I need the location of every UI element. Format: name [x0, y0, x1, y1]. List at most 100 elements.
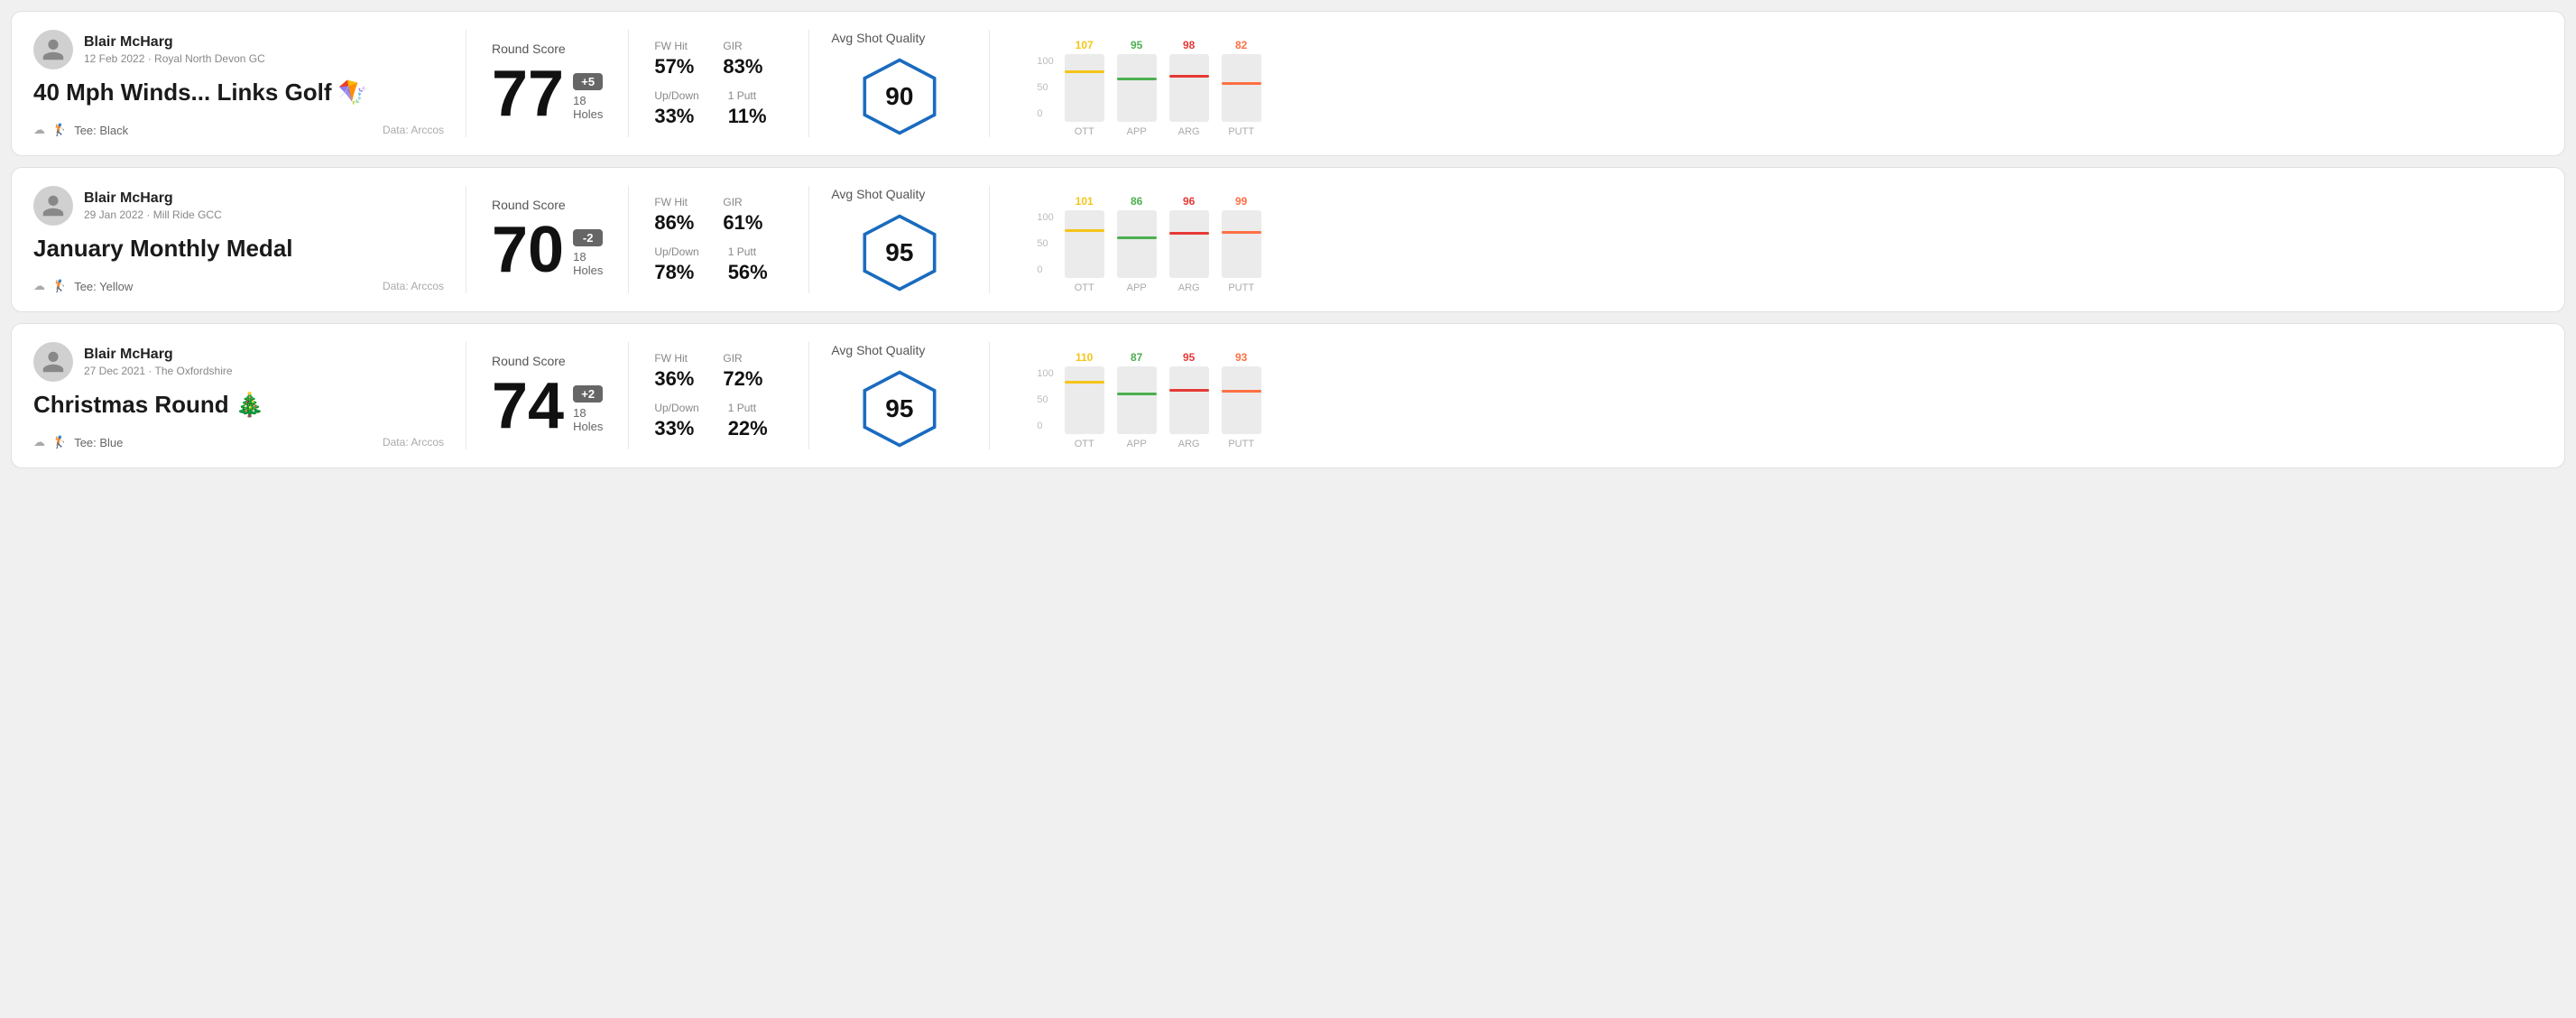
card-left-section: Blair McHarg27 Dec 2021 · The Oxfordshir…: [33, 342, 466, 449]
stat-gir-label: GIR: [723, 352, 762, 365]
bar-background: [1065, 366, 1104, 434]
card-left-section: Blair McHarg12 Feb 2022 · Royal North De…: [33, 30, 466, 137]
quality-section: Avg Shot Quality 95: [809, 186, 990, 293]
score-badge-info: +518 Holes: [573, 73, 603, 126]
stat-up-down-value: 33%: [654, 417, 698, 440]
stat-gir: GIR83%: [723, 40, 762, 79]
data-source: Data: Arccos: [383, 124, 444, 136]
player-header: Blair McHarg29 Jan 2022 · Mill Ride GCC: [33, 186, 444, 226]
chart-bar-column: 95ARG: [1164, 351, 1214, 449]
tee-label: Tee: Yellow: [74, 280, 133, 293]
bar-value-label: 99: [1235, 195, 1247, 208]
score-row: 70-218 Holes: [492, 217, 603, 282]
bar-fill-line: [1065, 229, 1104, 232]
bar-x-label: OTT: [1075, 282, 1094, 293]
stat-one-putt-label: 1 Putt: [728, 245, 768, 258]
weather-icon: ☁: [33, 279, 45, 293]
player-meta: 29 Jan 2022 · Mill Ride GCC: [84, 208, 222, 221]
stat-one-putt-value: 22%: [728, 417, 768, 440]
stat-fw-hit: FW Hit36%: [654, 352, 694, 391]
tee-label: Tee: Blue: [74, 436, 123, 449]
tee-info: ☁🏌Tee: Blue: [33, 435, 123, 449]
score-badge: -2: [573, 229, 603, 246]
chart-bar-column: 86APP: [1112, 195, 1162, 293]
bar-chart: 100500107OTT95APP98ARG82PUTT: [1011, 38, 2525, 137]
player-header: Blair McHarg12 Feb 2022 · Royal North De…: [33, 30, 444, 69]
stats-row-2: Up/Down33% 1 Putt 11%: [654, 89, 783, 128]
stats-section: FW Hit57%GIR83%Up/Down33%1 Putt11%: [629, 30, 809, 137]
stats-row-2: Up/Down78%1 Putt56%: [654, 245, 783, 284]
score-row: 74+218 Holes: [492, 374, 603, 439]
card-footer: ☁🏌Tee: YellowData: Arccos: [33, 279, 444, 293]
stats-row-1: FW Hit57%GIR83%: [654, 40, 783, 79]
stat-gir-label: GIR: [723, 40, 762, 52]
player-meta: 27 Dec 2021 · The Oxfordshire: [84, 365, 233, 377]
quality-label: Avg Shot Quality: [831, 187, 925, 201]
round-title: 40 Mph Winds... Links Golf 🪁: [33, 79, 444, 106]
score-number: 77: [492, 61, 564, 126]
score-badge: +2: [573, 385, 603, 403]
chart-section: 100500107OTT95APP98ARG82PUTT: [990, 30, 2543, 137]
avatar: [33, 186, 73, 226]
stat-gir-label: GIR: [723, 196, 762, 208]
weather-icon: ☁: [33, 435, 45, 449]
hexagon: 95: [859, 212, 940, 293]
bar-fill-line: [1169, 389, 1209, 392]
y-axis-label: 50: [1037, 82, 1053, 93]
score-holes: 18 Holes: [573, 406, 603, 433]
quality-section: Avg Shot Quality 90: [809, 30, 990, 137]
stat-fw-hit-value: 36%: [654, 367, 694, 391]
bar-value-label: 95: [1131, 39, 1142, 51]
stat-one-putt-label: 1 Putt: [728, 89, 767, 102]
score-badge: +5: [573, 73, 603, 90]
tee-info: ☁🏌Tee: Black: [33, 123, 128, 137]
stat-up-down: Up/Down33%: [654, 89, 698, 128]
bar-fill-line: [1065, 381, 1104, 384]
bar-fill-line: [1117, 393, 1157, 395]
stat-up-down: Up/Down 33%: [654, 402, 698, 440]
stat-up-down-label: Up/Down: [654, 402, 698, 414]
chart-bar-column: 82PUTT: [1216, 39, 1267, 137]
stats-section: FW Hit86%GIR61%Up/Down78%1 Putt56%: [629, 186, 809, 293]
bar-background: [1222, 54, 1261, 122]
bar-x-label: PUTT: [1228, 282, 1254, 293]
score-holes: 18 Holes: [573, 250, 603, 277]
score-row: 77 +518 Holes: [492, 61, 603, 126]
bar-fill-line: [1222, 231, 1261, 234]
data-source: Data: Arccos: [383, 280, 444, 292]
bar-value-label: 107: [1076, 39, 1094, 51]
player-info: Blair McHarg12 Feb 2022 · Royal North De…: [84, 34, 265, 65]
stat-up-down-value: 78%: [654, 261, 698, 284]
chart-bar-column: 101OTT: [1059, 195, 1110, 293]
score-section: Round Score74+218 Holes: [466, 342, 629, 449]
chart-bar-column: 93PUTT: [1216, 351, 1267, 449]
stat-fw-hit-value: 86%: [654, 211, 694, 235]
stat-up-down-label: Up/Down: [654, 245, 698, 258]
stat-one-putt-value: 11%: [728, 105, 767, 128]
player-header: Blair McHarg27 Dec 2021 · The Oxfordshir…: [33, 342, 444, 382]
stat-fw-hit-value: 57%: [654, 55, 694, 79]
round-card: Blair McHarg12 Feb 2022 · Royal North De…: [11, 11, 2565, 156]
bar-background: [1117, 210, 1157, 278]
score-badge-info: +2 18 Holes: [573, 385, 603, 439]
chart-bar-column: 107OTT: [1059, 39, 1110, 137]
chart-bar-column: 98ARG: [1164, 39, 1214, 137]
score-section: Round Score70-218 Holes: [466, 186, 629, 293]
bar-fill-line: [1065, 70, 1104, 73]
hexagon: 95: [859, 368, 940, 449]
player-info: Blair McHarg29 Jan 2022 · Mill Ride GCC: [84, 190, 222, 221]
quality-label: Avg Shot Quality: [831, 343, 925, 357]
avatar: [33, 30, 73, 69]
stats-row-1: FW Hit86%GIR61%: [654, 196, 783, 235]
stat-gir: GIR 72%: [723, 352, 762, 391]
bag-icon: 🏌: [52, 123, 67, 137]
stat-gir-value: 61%: [723, 211, 762, 235]
stat-gir-value: 72%: [723, 367, 762, 391]
y-axis-label: 100: [1037, 56, 1053, 67]
card-left-section: Blair McHarg29 Jan 2022 · Mill Ride GCCJ…: [33, 186, 466, 293]
bar-background: [1117, 366, 1157, 434]
score-badge-info: -2 18 Holes: [573, 229, 603, 282]
stats-row-1: FW Hit36% GIR 72%: [654, 352, 783, 391]
stat-one-putt-label: 1 Putt: [728, 402, 768, 414]
y-axis-label: 0: [1037, 264, 1053, 275]
